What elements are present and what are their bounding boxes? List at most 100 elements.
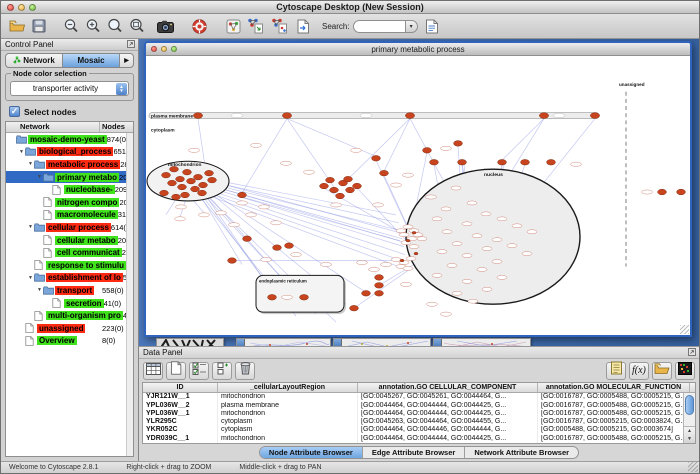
search-options-icon[interactable]	[423, 17, 441, 35]
folder-icon	[34, 223, 46, 232]
tree-item-metabolic-process[interactable]: ▼ metabolic process 280(0)	[6, 158, 133, 171]
new-page-button[interactable]	[166, 362, 186, 380]
svg-text:unassigned: unassigned	[619, 82, 645, 87]
table-row[interactable]: YKR052C cytoplasm [GO:0044464, GO:004444…	[143, 426, 695, 434]
tab-network[interactable]: Network	[6, 54, 63, 67]
zoom-in-icon[interactable]	[84, 17, 102, 35]
zoom-fit-icon[interactable]	[128, 17, 146, 35]
tab-overflow-button[interactable]: ▶	[120, 54, 133, 67]
expand-arrow-icon[interactable]: ▼	[27, 161, 34, 167]
minimized-view-thumbnail[interactable]	[333, 338, 431, 346]
open-folder-icon[interactable]	[8, 17, 26, 35]
column-header[interactable]: annotation.GO CELLULAR_COMPONENT	[358, 383, 538, 392]
table-button[interactable]	[143, 362, 163, 380]
table-row[interactable]: YLR295C cytoplasm [GO:0045263, GO:004446…	[143, 418, 695, 426]
graph-blue-icon[interactable]	[246, 17, 264, 35]
tree-item-label: response to stimulu	[46, 261, 126, 270]
scrollbar-thumb[interactable]	[685, 395, 694, 415]
save-icon[interactable]	[30, 17, 48, 35]
network-graph: plasma membranecytoplasmnucleusmitochond…	[146, 56, 690, 335]
status-bar: Welcome to Cytoscape 2.8.1 Right-click +…	[1, 461, 699, 473]
import-page-icon[interactable]	[294, 17, 312, 35]
tree-item-label: metabolic process	[46, 160, 120, 169]
tree-item-overview[interactable]: Overview 8(0)	[6, 335, 133, 348]
search-dropdown-button[interactable]: ▾	[405, 20, 418, 33]
tree-item-macromolecule[interactable]: macromolecule 311(0)	[6, 209, 133, 222]
tree-item-transport[interactable]: ▼ transport 558(0)	[6, 284, 133, 297]
tree-scrollbar[interactable]	[126, 133, 133, 456]
float-panel-icon[interactable]	[688, 348, 696, 358]
open-dir-button[interactable]	[652, 362, 672, 380]
column-header[interactable]: annotation.GO MOLECULAR_FUNCTION	[538, 383, 690, 392]
create-attr-button[interactable]	[212, 362, 232, 380]
tree-item-multi-organism-pro[interactable]: multi-organism pro 42(0)	[6, 309, 133, 322]
minimize-view-button[interactable]	[161, 46, 167, 52]
zoom-selected-icon[interactable]	[106, 17, 124, 35]
minimized-view-thumbnail[interactable]	[236, 338, 331, 346]
tree-item-mosaic-demo-yeast[interactable]: mosaic-demo-yeast 874(0)	[6, 133, 133, 146]
minimize-window-button[interactable]	[18, 4, 25, 11]
snapshot-icon[interactable]	[156, 17, 174, 35]
matrix-button[interactable]	[675, 362, 695, 380]
tree-item-primary-metabo[interactable]: ▼ primary metabo 209(...	[6, 171, 133, 184]
formula-button[interactable]: f(x)	[629, 362, 649, 380]
graph-red-icon[interactable]	[270, 17, 288, 35]
table-row[interactable]: YPL036W__1 mitochondrion [GO:0044464, GO…	[143, 410, 695, 418]
expand-arrow-icon[interactable]: ▼	[27, 224, 34, 230]
minimized-view-thumbnail[interactable]	[156, 338, 224, 346]
table-row[interactable]: YPL036W__2 plasma membrane [GO:0044464, …	[143, 402, 695, 410]
zoom-view-button[interactable]	[171, 46, 177, 52]
node-color-dropdown[interactable]: transporter activity ▲▼	[10, 81, 129, 96]
expand-arrow-icon[interactable]: ▼	[36, 287, 43, 293]
scrollbar-arrows[interactable]: ▲▼	[684, 426, 695, 443]
column-header[interactable]: _cellularLayoutRegion	[218, 383, 358, 392]
file-icon	[43, 248, 55, 258]
expand-arrow-icon[interactable]: ▼	[27, 275, 34, 281]
notes-button[interactable]	[606, 362, 626, 380]
expand-arrow-icon[interactable]: ▼	[18, 149, 25, 155]
tab-network-attribute-browser[interactable]: Network Attribute Browser	[465, 447, 578, 458]
network-icon[interactable]	[224, 17, 242, 35]
attribute-table-header: ID_cellularLayoutRegionannotation.GO CEL…	[143, 383, 695, 393]
select-attrs-button[interactable]	[189, 362, 209, 380]
tree-item-cellular-metabo[interactable]: cellular metabo 209(0)	[6, 234, 133, 247]
tree-item-label: secretion	[64, 299, 104, 308]
float-panel-icon[interactable]	[127, 40, 135, 50]
app-resize-grip[interactable]	[688, 462, 698, 472]
select-nodes-checkbox[interactable]: ✓	[9, 106, 20, 117]
delete-button[interactable]	[235, 362, 255, 380]
table-row[interactable]: YDR039C__1 mitochondrion [GO:0044464, GO…	[143, 435, 695, 443]
tab-node-attribute-browser[interactable]: Node Attribute Browser	[260, 447, 363, 458]
table-scrollbar[interactable]: ▲▼	[683, 393, 695, 443]
network-view-window[interactable]: primary metabolic process plasma membran…	[144, 41, 692, 337]
tree-item-label: unassigned	[37, 324, 85, 333]
expand-arrow-icon[interactable]: ▼	[36, 174, 43, 180]
minimized-view-thumbnail[interactable]	[433, 338, 531, 346]
column-header[interactable]: ID	[143, 383, 218, 392]
tree-item-nitrogen-compo[interactable]: nitrogen compo 209(0)	[6, 196, 133, 209]
network-window-titlebar[interactable]: primary metabolic process	[146, 43, 690, 56]
tree-item-cell-communicat[interactable]: cell communicat 22(0)	[6, 246, 133, 259]
window-resize-grip[interactable]	[680, 325, 689, 334]
tree-item-nucleobase-[interactable]: nucleobase- 209(0)	[6, 183, 133, 196]
search-label: Search:	[322, 22, 350, 31]
data-panel-toolbar: f(x)	[139, 359, 699, 382]
tree-item-biological-process[interactable]: ▼ biological_process 651(0)	[6, 146, 133, 159]
folder-icon	[16, 135, 28, 144]
tree-item-establishment-of-lo[interactable]: ▼ establishment of lo 558(0)	[6, 272, 133, 285]
zoom-out-icon[interactable]	[62, 17, 80, 35]
tree-item-cellular-process[interactable]: ▼ cellular process 614(0)	[6, 221, 133, 234]
tree-item-secretion[interactable]: secretion 41(0)	[6, 297, 133, 310]
table-row[interactable]: YJR121W__1 mitochondrion [GO:0045267, GO…	[143, 393, 695, 401]
search-input[interactable]	[353, 20, 405, 33]
close-view-button[interactable]	[151, 46, 157, 52]
tab-edge-attribute-browser[interactable]: Edge Attribute Browser	[363, 447, 465, 458]
network-canvas[interactable]: plasma membranecytoplasmnucleusmitochond…	[146, 56, 690, 335]
help-ring-icon[interactable]	[190, 17, 208, 35]
tree-item-unassigned[interactable]: unassigned 223(0)	[6, 322, 133, 335]
zoom-window-button[interactable]	[29, 4, 36, 11]
close-window-button[interactable]	[7, 4, 14, 11]
tree-item-response-to-stimulu[interactable]: response to stimulu 264(0)	[6, 259, 133, 272]
tab-mosaic[interactable]: Mosaic	[63, 54, 120, 67]
thumbnail-titlebar-icon	[237, 339, 245, 346]
